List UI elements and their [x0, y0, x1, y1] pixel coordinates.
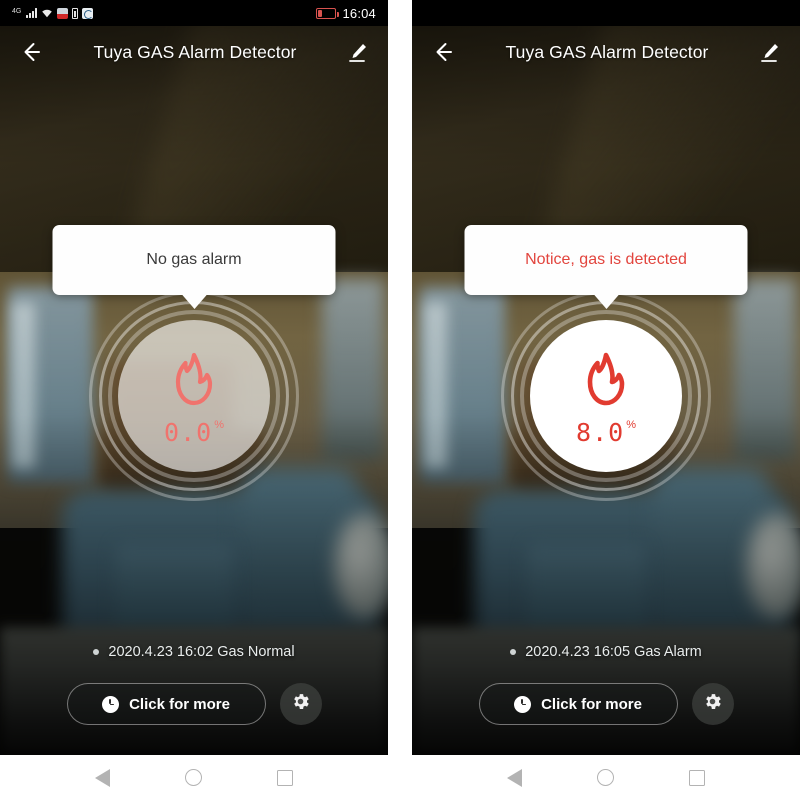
status-bar-right: 16:04: [316, 6, 376, 21]
gear-icon: [702, 691, 723, 717]
phone-panel-alarm: Tuya GAS Alarm Detector Notice, gas is d…: [412, 0, 800, 800]
status-bubble: No gas alarm: [52, 225, 336, 295]
nav-home-circle-icon[interactable]: [596, 769, 614, 786]
gauge-unit: %: [214, 419, 224, 431]
battery-small-icon: [72, 7, 79, 19]
back-arrow-icon[interactable]: [430, 39, 456, 65]
dual-phone-screenshot: 4G 16:04 Tuya GAS Alarm Detector No gas …: [0, 0, 800, 800]
page-title: Tuya GAS Alarm Detector: [93, 41, 297, 62]
gauge-value-row: 0.0 %: [164, 418, 224, 447]
status-bar-clock: 16:04: [342, 5, 376, 21]
settings-button[interactable]: [279, 683, 322, 725]
event-log-text: 2020.4.23 16:05 Gas Alarm: [525, 644, 702, 660]
title-bar: Tuya GAS Alarm Detector: [412, 26, 800, 78]
nav-home-circle-icon[interactable]: [184, 769, 202, 786]
status-dot: [510, 649, 517, 655]
phone-panel-normal: 4G 16:04 Tuya GAS Alarm Detector No gas …: [0, 0, 388, 800]
app-icon: [82, 7, 94, 19]
nav-back-triangle-icon[interactable]: [95, 768, 111, 787]
clock-icon: [514, 695, 532, 713]
nav-recents-square-icon[interactable]: [688, 769, 705, 786]
gauge-disc: 8.0 %: [530, 320, 682, 472]
gas-gauge: 8.0 %: [501, 291, 711, 501]
settings-button[interactable]: [691, 683, 734, 725]
alarm-clock-icon: [57, 7, 69, 19]
click-for-more-button[interactable]: Click for more: [66, 683, 266, 725]
nav-back-triangle-icon[interactable]: [507, 768, 523, 787]
click-for-more-button[interactable]: Click for more: [478, 683, 678, 725]
bottom-button-row: Click for more: [412, 683, 800, 725]
gas-gauge: 0.0 %: [89, 291, 299, 501]
clock-icon: [102, 695, 120, 713]
flame-icon: [165, 351, 223, 418]
status-bar-left-icons: 4G: [12, 7, 94, 19]
battery-low-icon: [316, 7, 340, 19]
app-screen-alarm: Tuya GAS Alarm Detector Notice, gas is d…: [412, 0, 800, 755]
status-bar: 4G 16:04: [0, 0, 388, 26]
gauge-value: 0.0: [164, 418, 213, 447]
event-log-line: 2020.4.23 16:02 Gas Normal: [0, 644, 388, 660]
gauge-unit: %: [626, 419, 636, 431]
nav-recents-square-icon[interactable]: [276, 769, 293, 786]
gauge-value-row: 8.0 %: [576, 418, 636, 447]
android-nav-bar: [412, 755, 800, 800]
flame-icon: [577, 351, 635, 418]
click-for-more-label: Click for more: [541, 695, 642, 713]
event-log-line: 2020.4.23 16:05 Gas Alarm: [412, 644, 800, 660]
event-log-text: 2020.4.23 16:02 Gas Normal: [108, 644, 295, 660]
click-for-more-label: Click for more: [129, 695, 230, 713]
back-arrow-icon[interactable]: [18, 39, 44, 65]
gear-icon: [290, 691, 311, 717]
status-bubble-text: Notice, gas is detected: [525, 251, 687, 268]
status-bubble: Notice, gas is detected: [464, 225, 748, 295]
pencil-edit-icon[interactable]: [758, 40, 782, 64]
status-bubble-text: No gas alarm: [146, 251, 242, 268]
android-nav-bar: [0, 755, 388, 800]
gauge-value: 8.0: [576, 418, 625, 447]
network-type-label: 4G: [12, 7, 22, 15]
title-bar: Tuya GAS Alarm Detector: [0, 26, 388, 78]
status-bar: [412, 0, 800, 26]
signal-bars-icon: [26, 8, 38, 18]
app-screen-normal: 4G 16:04 Tuya GAS Alarm Detector No gas …: [0, 0, 388, 755]
gauge-disc: 0.0 %: [118, 320, 270, 472]
pencil-edit-icon[interactable]: [346, 40, 370, 64]
page-title: Tuya GAS Alarm Detector: [505, 41, 709, 62]
wifi-icon: [41, 8, 53, 18]
status-dot: [93, 649, 100, 655]
bottom-button-row: Click for more: [0, 683, 388, 725]
